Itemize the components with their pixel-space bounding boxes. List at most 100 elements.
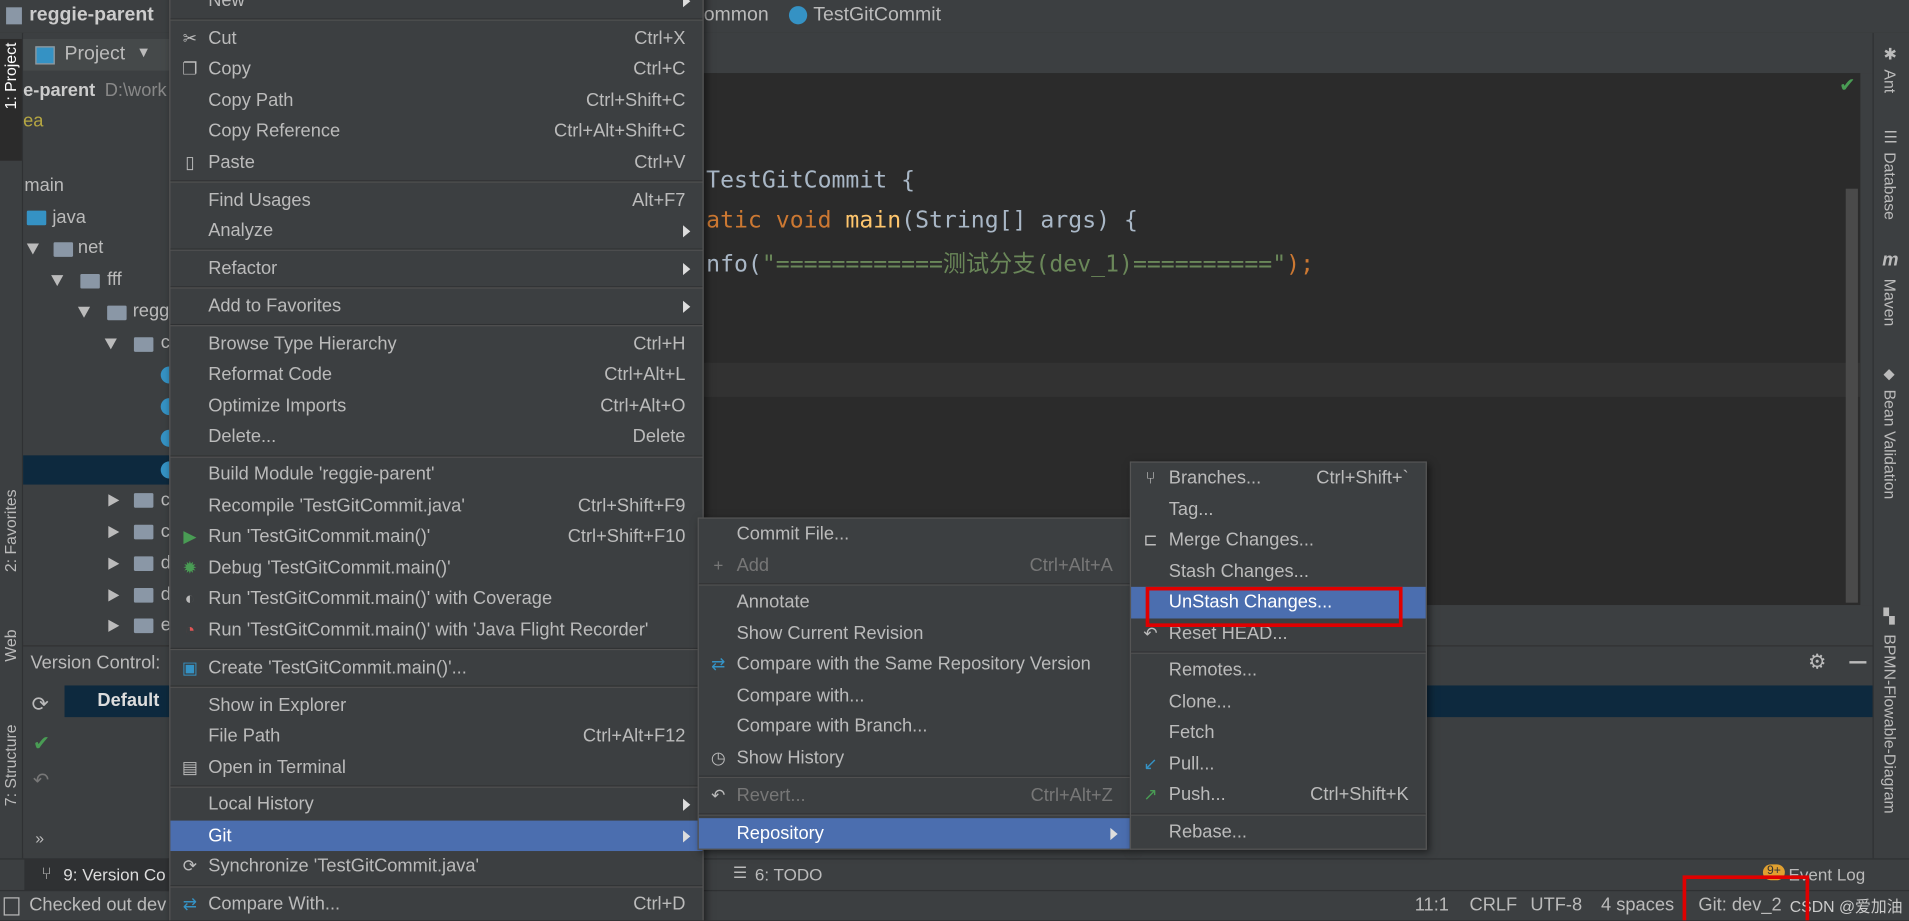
menu-item-git[interactable]: Git <box>170 820 703 852</box>
menu-item-copy[interactable]: ❐ Copy Ctrl+C <box>170 54 702 85</box>
menu-item-fetch[interactable]: Fetch <box>1131 718 1426 749</box>
menu-separator <box>170 324 703 327</box>
commit-check-icon[interactable]: ✔ <box>33 732 50 756</box>
tool-window-ant[interactable]: Ant <box>1881 69 1899 93</box>
menu-item-push[interactable]: ↗ Push... Ctrl+Shift+K <box>1131 780 1426 811</box>
menu-item-label: Annotate <box>736 592 810 613</box>
breadcrumb-file[interactable]: TestGitCommit <box>813 5 941 27</box>
expand-arrow-icon[interactable] <box>104 338 117 350</box>
menu-item-build-module-reggie-parent[interactable]: Build Module 'reggie-parent' <box>170 459 702 490</box>
collapse-arrow-icon[interactable] <box>108 619 120 632</box>
tool-window-maven[interactable]: Maven <box>1881 279 1899 327</box>
tree-item-reggie[interactable]: regg <box>133 301 170 322</box>
menu-item-create-testgitcommit-main[interactable]: ▣ Create 'TestGitCommit.main()'... <box>170 652 702 683</box>
clock-icon: ◷ <box>710 747 726 767</box>
editor-scrollbar[interactable] <box>1845 188 1858 603</box>
gear-icon[interactable]: ⚙ <box>1808 650 1827 674</box>
menu-item-branches[interactable]: ⑂ Branches... Ctrl+Shift+` <box>1131 463 1426 494</box>
tool-window-structure[interactable]: 7: Structure <box>1 724 19 806</box>
more-icon[interactable]: » <box>35 829 44 847</box>
tool-window-project[interactable]: 1: Project <box>1 43 19 110</box>
menu-item-refactor[interactable]: Refactor <box>170 253 702 284</box>
menu-item-add-to-favorites[interactable]: Add to Favorites <box>170 291 702 322</box>
minimize-icon[interactable] <box>1849 661 1867 664</box>
menu-item-find-usages[interactable]: Find Usages Alt+F7 <box>170 185 702 216</box>
line-separator[interactable]: CRLF <box>1470 895 1518 916</box>
menu-item-stash-changes[interactable]: Stash Changes... <box>1131 556 1426 587</box>
menu-item-remotes[interactable]: Remotes... <box>1131 655 1426 686</box>
run-icon: ▶ <box>183 526 197 546</box>
rollback-icon[interactable]: ↶ <box>33 768 49 792</box>
menu-item-compare-with-the-same-repository-version[interactable]: ⇄ Compare with the Same Repository Versio… <box>699 649 1130 680</box>
collapse-arrow-icon[interactable] <box>108 589 120 602</box>
tree-selected-row[interactable] <box>23 455 171 485</box>
chevron-down-icon[interactable]: ▼ <box>136 44 150 61</box>
menu-item-show-in-explorer[interactable]: Show in Explorer <box>170 690 702 721</box>
menu-item-merge-changes[interactable]: ⊏ Merge Changes... <box>1131 525 1426 556</box>
breadcrumb-project[interactable]: reggie-parent <box>29 5 153 27</box>
caret-position[interactable]: 11:1 <box>1415 895 1449 916</box>
menu-item-show-history[interactable]: ◷ Show History <box>699 743 1130 774</box>
tool-window-favorites[interactable]: 2: Favorites <box>1 489 19 572</box>
menu-item-delete[interactable]: Delete... Delete <box>170 422 702 453</box>
menu-item-synchronize-testgitcommit-java[interactable]: ⟳ Synchronize 'TestGitCommit.java' <box>170 851 702 882</box>
expand-arrow-icon[interactable] <box>77 306 91 318</box>
menu-item-show-current-revision[interactable]: Show Current Revision <box>699 618 1130 649</box>
menu-item-new[interactable]: New <box>170 0 702 16</box>
tree-item-java[interactable]: java <box>52 207 86 228</box>
indent-setting[interactable]: 4 spaces <box>1601 895 1674 916</box>
tool-window-database[interactable]: Database <box>1881 152 1899 220</box>
tree-item-main[interactable]: main <box>24 175 64 196</box>
tree-root[interactable]: e-parent <box>23 80 95 101</box>
tree-item-fff[interactable]: fff <box>107 269 122 290</box>
menu-item-compare-with-branch[interactable]: Compare with Branch... <box>699 711 1130 742</box>
menu-item-debug-testgitcommit-main[interactable]: ✹ Debug 'TestGitCommit.main()' <box>170 552 702 583</box>
tool-window-bpmn[interactable]: BPMN-Flowable-Diagram <box>1881 634 1899 813</box>
menu-item-tag[interactable]: Tag... <box>1131 494 1426 525</box>
menu-separator <box>170 454 703 458</box>
tool-window-bean-validation[interactable]: Bean Validation <box>1881 390 1899 500</box>
pull-icon: ↙ <box>1143 753 1158 773</box>
menu-item-open-in-terminal[interactable]: ▤ Open in Terminal <box>170 752 702 783</box>
menu-item-copy-path[interactable]: Copy Path Ctrl+Shift+C <box>170 85 702 116</box>
collapse-arrow-icon[interactable] <box>108 494 120 507</box>
menu-item-pull[interactable]: ↙ Pull... <box>1131 749 1426 780</box>
menu-item-repository[interactable]: Repository <box>698 817 1130 849</box>
expand-arrow-icon[interactable] <box>26 243 39 255</box>
menu-item-optimize-imports[interactable]: Optimize Imports Ctrl+Alt+O <box>170 391 702 422</box>
menu-item-compare-with[interactable]: Compare with... <box>699 680 1130 711</box>
menu-item-revert[interactable]: ↶ Revert... Ctrl+Alt+Z <box>699 780 1130 811</box>
menu-item-run-testgitcommit-main[interactable]: ▶ Run 'TestGitCommit.main()' Ctrl+Shift+F1… <box>170 521 702 552</box>
menu-item-annotate[interactable]: Annotate <box>699 587 1130 618</box>
tool-window-web[interactable]: Web <box>1 629 19 661</box>
collapse-arrow-icon[interactable] <box>108 525 120 539</box>
tool-button-todo[interactable]: 6: TODO <box>755 864 823 883</box>
refresh-icon[interactable]: ⟳ <box>32 693 49 717</box>
menu-item-local-history[interactable]: Local History <box>170 789 702 820</box>
expand-arrow-icon[interactable] <box>51 275 64 287</box>
project-view-selector[interactable]: Project <box>65 44 126 66</box>
menu-item-recompile-testgitcommit-java[interactable]: Recompile 'TestGitCommit.java' Ctrl+Shift… <box>170 490 702 521</box>
status-toggle-icon[interactable] <box>3 897 20 916</box>
menu-item-cut[interactable]: ✂ Cut Ctrl+X <box>170 23 702 54</box>
file-encoding[interactable]: UTF-8 <box>1530 895 1582 916</box>
menu-item-add[interactable]: + Add Ctrl+Alt+A <box>699 550 1130 581</box>
menu-item-reformat-code[interactable]: Reformat Code Ctrl+Alt+L <box>170 360 702 391</box>
menu-item-browse-type-hierarchy[interactable]: Browse Type Hierarchy Ctrl+H <box>170 329 702 360</box>
tool-button-version-control[interactable]: 9: Version Co <box>63 864 165 883</box>
tree-item-net[interactable]: net <box>78 237 103 258</box>
collapse-arrow-icon[interactable] <box>108 557 120 570</box>
menu-item-analyze[interactable]: Analyze <box>170 216 702 247</box>
menu-item-file-path[interactable]: File Path Ctrl+Alt+F12 <box>170 721 702 752</box>
menu-item-copy-reference[interactable]: Copy Reference Ctrl+Alt+Shift+C <box>170 116 702 147</box>
menu-item-clone[interactable]: Clone... <box>1131 687 1426 718</box>
menu-item-paste[interactable]: ▯ Paste Ctrl+V <box>170 147 702 178</box>
menu-item-label: Copy Reference <box>208 120 341 142</box>
menu-item-compare-with[interactable]: ⇄ Compare With... Ctrl+D <box>170 889 702 920</box>
menu-item-run-testgitcommit-main-with-java-flight-recorder[interactable]: ◔ Run 'TestGitCommit.main()' with 'Java F… <box>170 615 702 646</box>
breadcrumb-package[interactable]: ommon <box>704 5 769 27</box>
menu-item-commit-file[interactable]: Commit File... <box>699 519 1130 550</box>
menu-item-rebase[interactable]: Rebase... <box>1131 817 1426 848</box>
tree-idea[interactable]: ea <box>23 111 43 132</box>
menu-item-run-testgitcommit-main-with-coverage[interactable]: ◐ Run 'TestGitCommit.main()' with Coverag… <box>170 583 702 614</box>
